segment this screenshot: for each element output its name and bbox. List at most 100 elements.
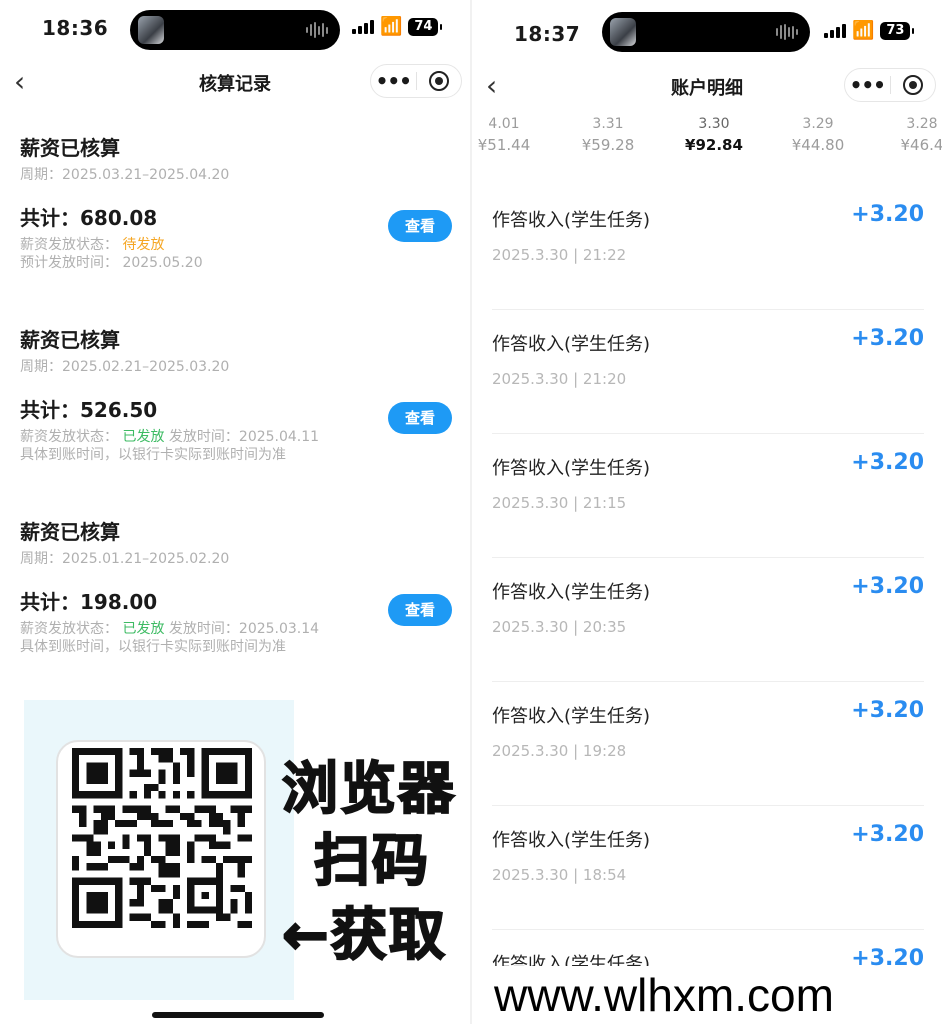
date-label: 3.29 [802, 116, 834, 132]
ad-text-browser: 浏览器 [281, 756, 456, 823]
view-button[interactable]: 查看 [388, 594, 452, 626]
settlement-record: 薪资已核算 周期：2025.02.21–2025.03.20 共计：526.50… [20, 324, 460, 504]
view-button[interactable]: 查看 [388, 402, 452, 434]
date-selector: 4.01 ¥51.44 3.31 ¥59.28 3.30 ¥92.84 3.29… [472, 116, 942, 166]
date-label: 3.28 [906, 116, 938, 132]
home-indicator [152, 1012, 324, 1018]
record-period: 周期：2025.03.21–2025.04.20 [20, 167, 230, 183]
transaction-row[interactable]: 作答收入(学生任务) 2025.3.30 | 21:15 +3.20 [492, 434, 924, 558]
status-label: 薪资发放状态： [20, 429, 118, 445]
settlement-record: 薪资已核算 周期：2025.01.21–2025.02.20 共计：198.00… [20, 516, 460, 696]
transaction-row[interactable]: 作答收入(学生任务) 2025.3.30 | 19:28 +3.20 [492, 682, 924, 806]
audio-wave-icon [306, 22, 328, 38]
more-options-button[interactable]: ••• [371, 64, 416, 98]
date-tab[interactable]: 3.31 ¥59.28 [568, 116, 648, 154]
battery-icon: 74 [408, 18, 443, 36]
transaction-time: 2025.3.30 | 18:54 [492, 866, 627, 884]
date-label: 3.30 [698, 116, 730, 132]
transaction-description: 作答收入(学生任务) [492, 706, 651, 727]
site-watermark: www.wlhxm.com [494, 966, 934, 1024]
transaction-description: 作答收入(学生任务) [492, 582, 651, 603]
date-tab[interactable]: 3.29 ¥44.80 [778, 116, 858, 154]
dynamic-island [130, 10, 340, 50]
status-label: 薪资发放状态： [20, 237, 118, 253]
nav-bar: ‹ 账户明细 ••• [472, 64, 942, 108]
status-time: 18:37 [514, 22, 581, 46]
transaction-description: 作答收入(学生任务) [492, 210, 651, 231]
date-amount: ¥51.44 [477, 136, 531, 154]
account-details-screen: 18:37 📶 73 ‹ 账户明细 ••• 4.01 ¥51.44 3.31 ¥… [472, 0, 942, 1024]
status-time: 18:36 [42, 16, 109, 40]
settlement-records-screen: 18:36 📶 74 ‹ 核算记录 ••• 薪资已核算 周期：2025.03.2… [0, 0, 470, 1024]
view-button[interactable]: 查看 [388, 210, 452, 242]
record-title: 薪资已核算 [20, 136, 120, 160]
system-icons: 📶 73 [824, 20, 915, 41]
record-total: 共计：526.50 [20, 398, 158, 422]
now-playing-thumbnail [138, 16, 164, 44]
transaction-time: 2025.3.30 | 20:35 [492, 618, 627, 636]
date-amount: ¥46.4 [900, 136, 942, 154]
record-note: 具体到账时间，以银行卡实际到账时间为准 [20, 447, 286, 463]
transaction-time: 2025.3.30 | 21:20 [492, 370, 627, 388]
date-amount: ¥92.84 [685, 136, 743, 154]
wifi-icon: 📶 [380, 16, 403, 37]
paid-date: 发放时间：2025.04.11 [168, 429, 320, 445]
date-tab-selected[interactable]: 3.30 ¥92.84 [674, 116, 754, 154]
nav-bar: ‹ 核算记录 ••• [0, 60, 470, 104]
target-icon [428, 71, 449, 91]
target-icon [902, 75, 923, 95]
system-icons: 📶 74 [352, 16, 443, 37]
status-value-pending: 待发放 [122, 237, 165, 253]
transaction-amount: +3.20 [851, 698, 924, 723]
audio-wave-icon [776, 24, 798, 40]
transaction-time: 2025.3.30 | 19:28 [492, 742, 627, 760]
status-bar: 18:37 📶 73 [472, 0, 942, 60]
record-status-line: 薪资发放状态： 已发放 发放时间：2025.03.14 [20, 618, 319, 638]
mini-program-capsule: ••• [844, 68, 936, 102]
dynamic-island [602, 12, 810, 52]
record-total: 共计：198.00 [20, 590, 158, 614]
cellular-signal-icon [352, 20, 374, 34]
record-title: 薪资已核算 [20, 328, 120, 352]
record-period: 周期：2025.02.21–2025.03.20 [20, 359, 230, 375]
close-mini-program-button[interactable] [416, 71, 461, 91]
date-tab[interactable]: 3.28 ¥46.4 [882, 116, 942, 154]
date-amount: ¥59.28 [581, 136, 635, 154]
date-label: 4.01 [488, 116, 520, 132]
transaction-description: 作答收入(学生任务) [492, 458, 651, 479]
status-bar: 18:36 📶 74 [0, 0, 470, 60]
mini-program-capsule: ••• [370, 64, 462, 98]
date-tab[interactable]: 4.01 ¥51.44 [472, 116, 544, 154]
date-amount: ¥44.80 [791, 136, 845, 154]
close-mini-program-button[interactable] [890, 75, 935, 95]
transaction-row[interactable]: 作答收入(学生任务) 2025.3.30 | 18:54 +3.20 [492, 806, 924, 930]
wifi-icon: 📶 [852, 20, 875, 41]
cellular-signal-icon [824, 24, 846, 38]
record-total: 共计：680.08 [20, 206, 158, 230]
ad-text-scan: 扫码 [313, 828, 430, 895]
date-label: 3.31 [592, 116, 624, 132]
status-label: 薪资发放状态： [20, 621, 118, 637]
status-value-paid: 已发放 [122, 621, 165, 637]
record-status-line: 薪资发放状态： 已发放 发放时间：2025.04.11 [20, 426, 319, 446]
transaction-amount: +3.20 [851, 450, 924, 475]
qr-code[interactable] [70, 748, 254, 928]
transaction-amount: +3.20 [851, 202, 924, 227]
transaction-row[interactable]: 作答收入(学生任务) 2025.3.30 | 20:35 +3.20 [492, 558, 924, 682]
transaction-time: 2025.3.30 | 21:15 [492, 494, 627, 512]
transaction-time: 2025.3.30 | 21:22 [492, 246, 627, 264]
transaction-row[interactable]: 作答收入(学生任务) 2025.3.30 | 21:22 +3.20 [492, 186, 924, 310]
now-playing-thumbnail [610, 18, 636, 46]
transaction-amount: +3.20 [851, 822, 924, 847]
transaction-amount: +3.20 [851, 326, 924, 351]
paid-date: 发放时间：2025.03.14 [168, 621, 320, 637]
record-period: 周期：2025.01.21–2025.02.20 [20, 551, 230, 567]
ad-text-get: ←获取 [281, 902, 447, 969]
record-status-line: 薪资发放状态： 待发放 [20, 234, 164, 254]
status-value-paid: 已发放 [122, 429, 165, 445]
transaction-row[interactable]: 作答收入(学生任务) 2025.3.30 | 21:20 +3.20 [492, 310, 924, 434]
transaction-description: 作答收入(学生任务) [492, 334, 651, 355]
record-title: 薪资已核算 [20, 520, 120, 544]
record-note: 预计发放时间： 2025.05.20 [20, 255, 203, 271]
more-options-button[interactable]: ••• [845, 68, 890, 102]
